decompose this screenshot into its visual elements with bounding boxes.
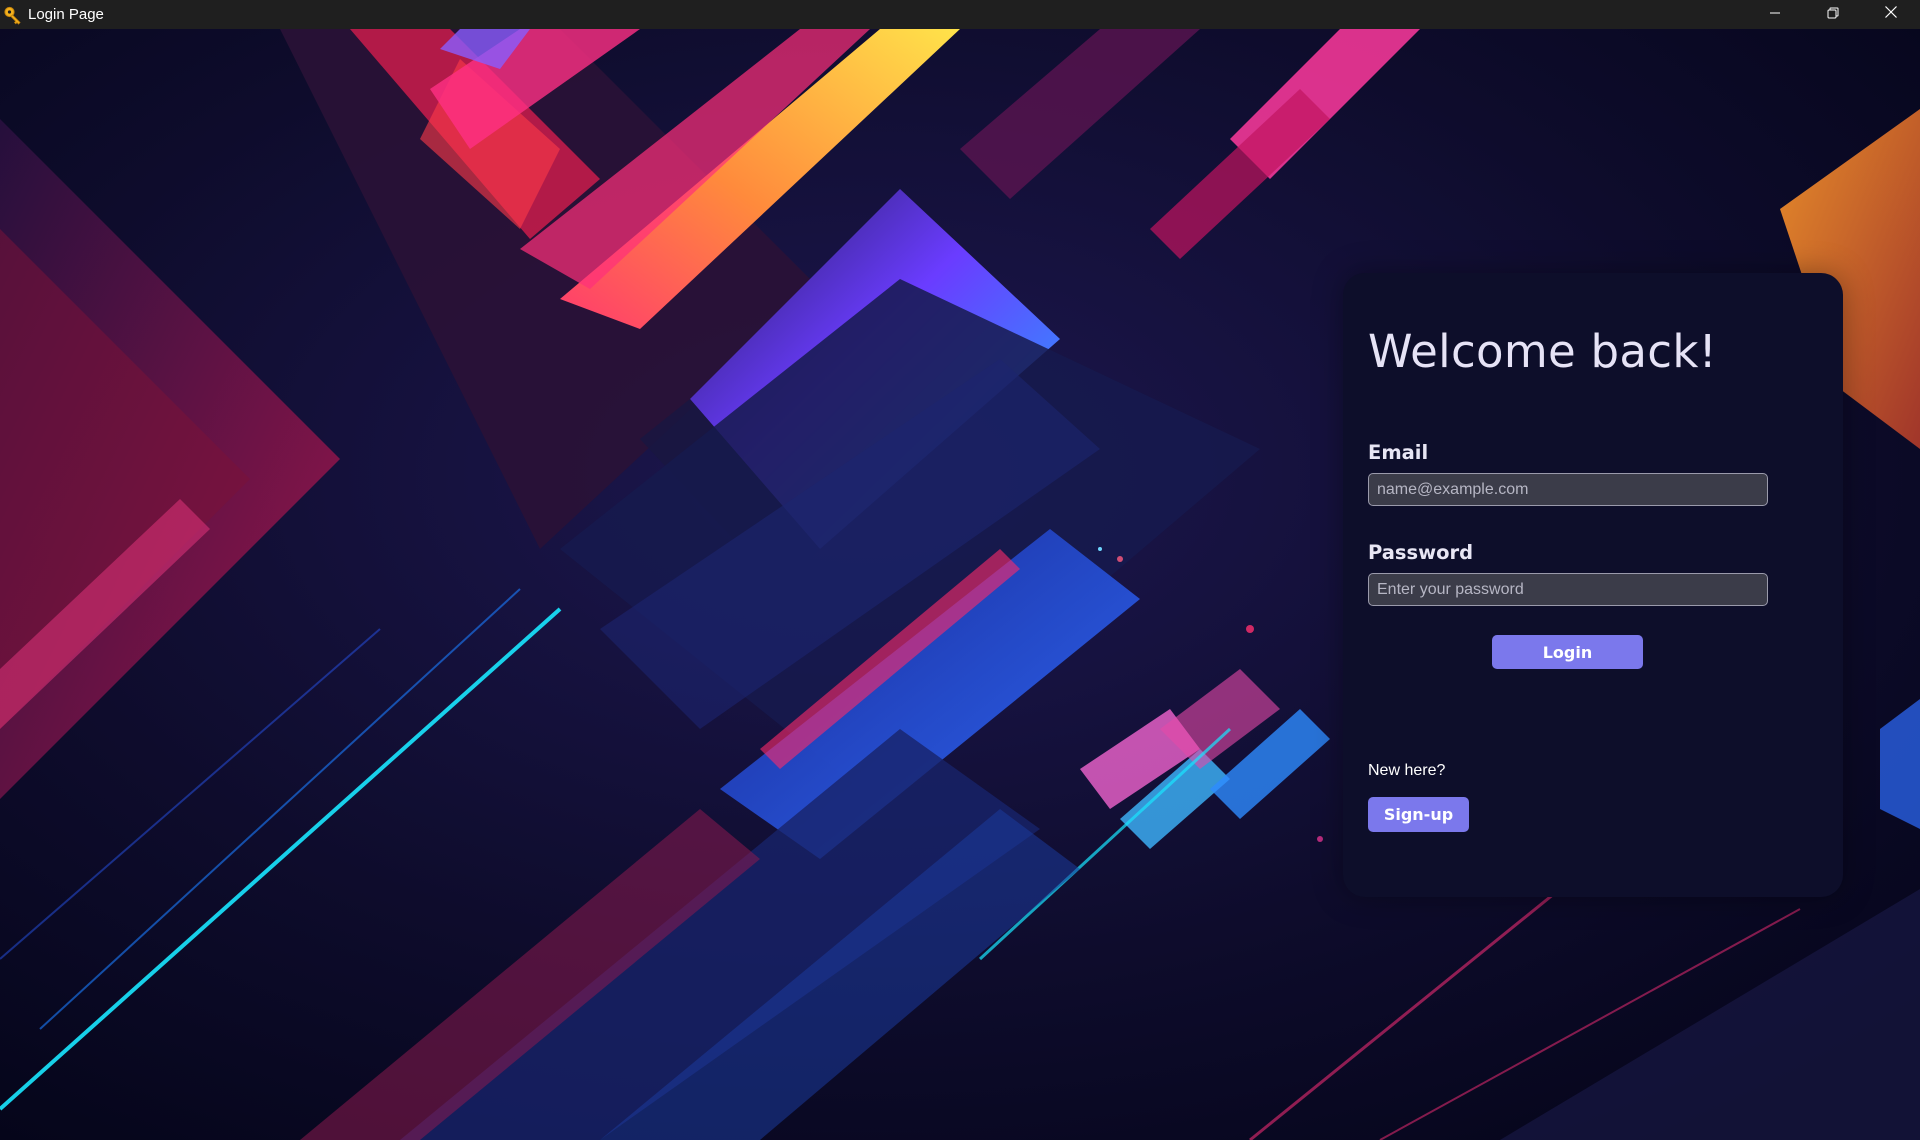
signup-button[interactable]: Sign-up: [1368, 797, 1469, 832]
key-icon: [2, 4, 24, 26]
minimize-icon: [1769, 6, 1781, 24]
password-field[interactable]: [1368, 573, 1768, 606]
email-label: Email: [1368, 441, 1429, 464]
email-field[interactable]: [1368, 473, 1768, 506]
close-button[interactable]: [1862, 0, 1920, 29]
window-controls: [1746, 0, 1920, 29]
app-window: Login Page Welcome back! Email name@exam…: [0, 0, 1920, 1140]
new-here-text: New here?: [1368, 762, 1446, 779]
restore-button[interactable]: [1804, 0, 1862, 29]
window-title: Login Page: [28, 6, 104, 23]
restore-icon: [1827, 6, 1839, 24]
minimize-button[interactable]: [1746, 0, 1804, 29]
password-label: Password: [1368, 541, 1474, 564]
login-button[interactable]: Login: [1492, 635, 1643, 669]
login-card: Welcome back! Email Password Login New h…: [1343, 273, 1843, 897]
page-title: Welcome back!: [1368, 325, 1718, 378]
close-icon: [1884, 5, 1898, 24]
title-bar[interactable]: Login Page: [0, 0, 1920, 29]
